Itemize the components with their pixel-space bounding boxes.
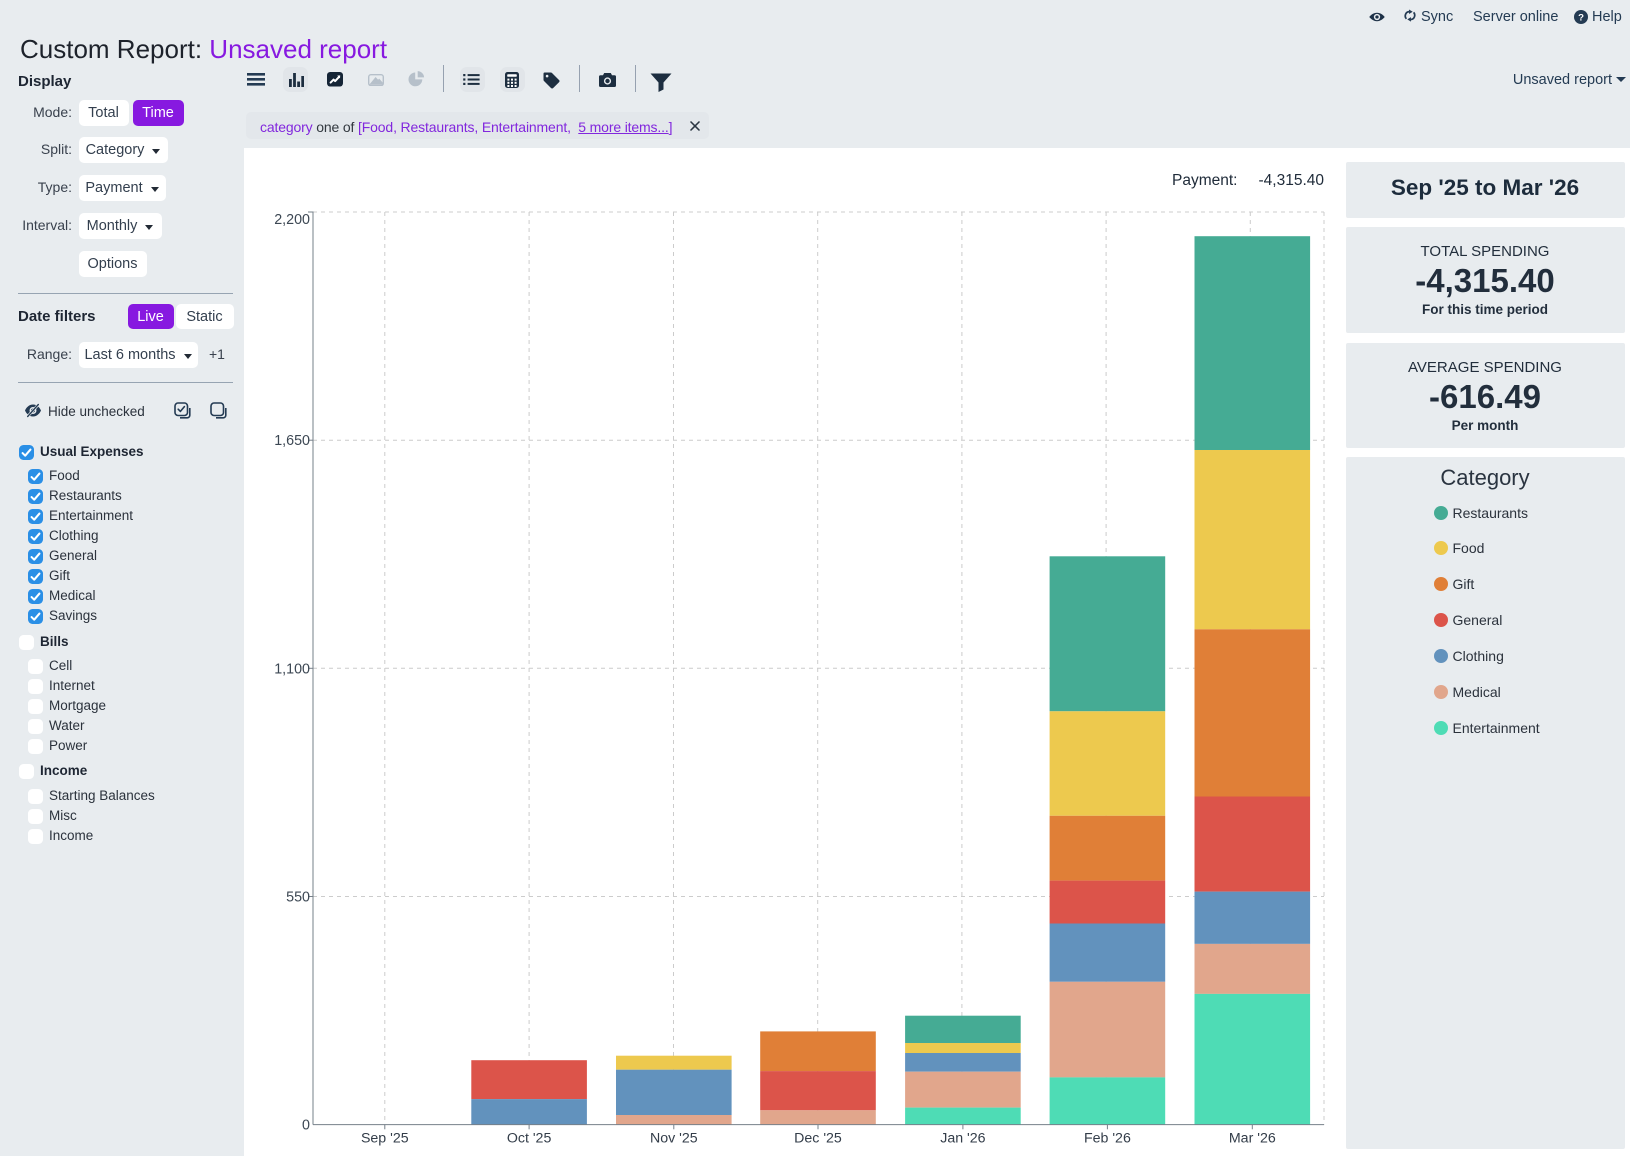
svg-text:2,200: 2,200 (274, 212, 310, 228)
svg-text:Jan '26: Jan '26 (940, 1130, 985, 1146)
svg-text:Oct '25: Oct '25 (507, 1130, 552, 1146)
svg-text:Nov '25: Nov '25 (650, 1130, 698, 1146)
svg-text:Sep '25: Sep '25 (361, 1130, 409, 1146)
svg-text:Feb '26: Feb '26 (1084, 1130, 1131, 1146)
svg-text:1,100: 1,100 (274, 661, 310, 677)
svg-text:Dec '25: Dec '25 (794, 1130, 842, 1146)
svg-text:Mar '26: Mar '26 (1229, 1130, 1276, 1146)
svg-text:0: 0 (302, 1118, 310, 1134)
svg-text:550: 550 (286, 890, 310, 906)
svg-text:1,650: 1,650 (274, 433, 310, 449)
